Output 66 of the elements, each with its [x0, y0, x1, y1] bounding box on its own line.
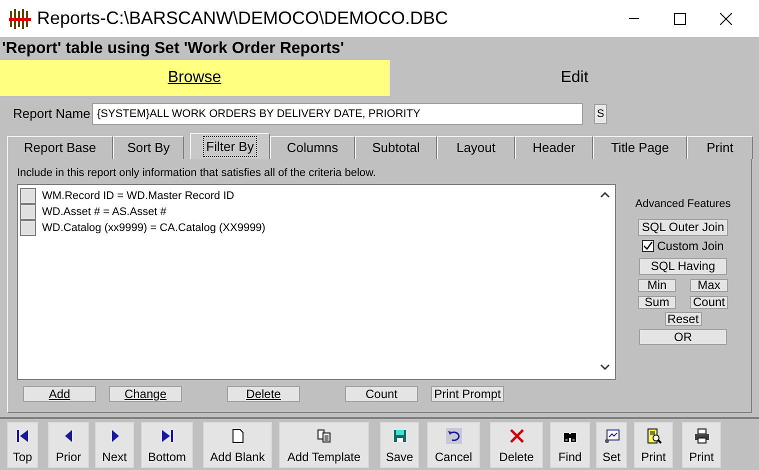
- toolbar-button[interactable]: Delete: [490, 422, 543, 468]
- section-title: Advanced Features: [635, 197, 731, 212]
- close-icon: [720, 12, 732, 24]
- checkbox-label: Custom Join: [657, 238, 724, 255]
- skip-back-icon: [14, 428, 30, 444]
- tab[interactable]: Sort By: [113, 136, 184, 159]
- tab[interactable]: Print: [687, 136, 753, 159]
- count-button[interactable]: Count: [690, 296, 728, 308]
- report-name-field[interactable]: {SYSTEM}ALL WORK ORDERS BY DELIVERY DATE, PRIORITY: [92, 103, 583, 125]
- toolbar-button[interactable]: Find: [550, 422, 590, 468]
- tab[interactable]: Layout: [437, 136, 515, 159]
- tab[interactable]: Subtotal: [355, 136, 437, 159]
- criteria-item[interactable]: WM.Record ID = WD.Master Record ID: [42, 188, 234, 204]
- skip-forward-icon: [159, 428, 175, 444]
- sql-having-button[interactable]: SQL Having: [639, 258, 727, 274]
- toolbar-button[interactable]: Set: [596, 422, 627, 468]
- undo-icon: [446, 428, 462, 444]
- criteria-item[interactable]: WD.Catalog (xx9999) = CA.Catalog (XX9999): [42, 220, 266, 236]
- toolbar-button[interactable]: Print: [682, 422, 721, 468]
- reset-button[interactable]: Reset: [664, 312, 702, 326]
- page-icon: [230, 428, 246, 444]
- checkbox[interactable]: [20, 204, 36, 220]
- toolbar-button[interactable]: Prior: [48, 422, 89, 468]
- list-button[interactable]: Print Prompt: [431, 386, 504, 402]
- instruction-text: Include in this report only information that satisfies all of the criteria below.: [16, 166, 377, 181]
- list-button[interactable]: Add: [23, 386, 96, 402]
- toolbar-button[interactable]: Cancel: [427, 422, 480, 468]
- print-preview-icon: [646, 428, 662, 444]
- field-label: Report Name: [13, 105, 92, 124]
- tab[interactable]: Header: [515, 136, 593, 159]
- checkbox[interactable]: [20, 220, 36, 236]
- criteria-item[interactable]: WD.Asset # = AS.Asset #: [42, 204, 166, 220]
- toolbar-button[interactable]: Add Template: [279, 422, 369, 468]
- list-button[interactable]: Count: [345, 386, 418, 402]
- list-button[interactable]: Delete: [227, 386, 300, 402]
- s-button[interactable]: S: [594, 104, 607, 124]
- tab[interactable]: Columns: [270, 136, 355, 159]
- tab[interactable]: Report Base: [7, 136, 113, 159]
- sum-button[interactable]: Sum: [638, 296, 676, 308]
- toolbar-button[interactable]: Bottom: [141, 422, 193, 468]
- toolbar-button[interactable]: Save: [380, 422, 419, 468]
- tab[interactable]: Title Page: [593, 136, 687, 159]
- minimize-icon: [629, 18, 639, 19]
- scroll-up-icon[interactable]: [600, 191, 610, 199]
- checkbox[interactable]: [642, 240, 654, 252]
- copy-icon: [316, 428, 332, 444]
- barcode-logo-icon: [9, 8, 31, 28]
- toolbar-button[interactable]: Print: [634, 422, 673, 468]
- table-heading: 'Report' table using Set 'Work Order Reports': [2, 38, 344, 58]
- checkbox[interactable]: [20, 188, 36, 204]
- toolbar-button[interactable]: Add Blank: [203, 422, 272, 468]
- view-tab[interactable]: Browse: [0, 60, 389, 96]
- sql-outer-join-button[interactable]: SQL Outer Join: [638, 218, 728, 236]
- maximize-icon: [674, 12, 686, 24]
- min-button[interactable]: Min: [638, 278, 676, 292]
- or-button[interactable]: OR: [639, 328, 727, 344]
- scroll-down-icon[interactable]: [600, 363, 610, 371]
- toolbar-button[interactable]: Top: [7, 422, 38, 468]
- chart-icon: [604, 428, 620, 444]
- max-button[interactable]: Max: [690, 278, 728, 292]
- delete-icon: [508, 428, 524, 444]
- printer-icon: [694, 428, 710, 444]
- list-button[interactable]: Change: [109, 386, 182, 402]
- toolbar-button[interactable]: Next: [95, 422, 134, 468]
- window-title: Reports-C:\BARSCANW\DEMOCO\DEMOCO.DBC: [37, 7, 448, 30]
- tab[interactable]: Filter By: [190, 133, 270, 159]
